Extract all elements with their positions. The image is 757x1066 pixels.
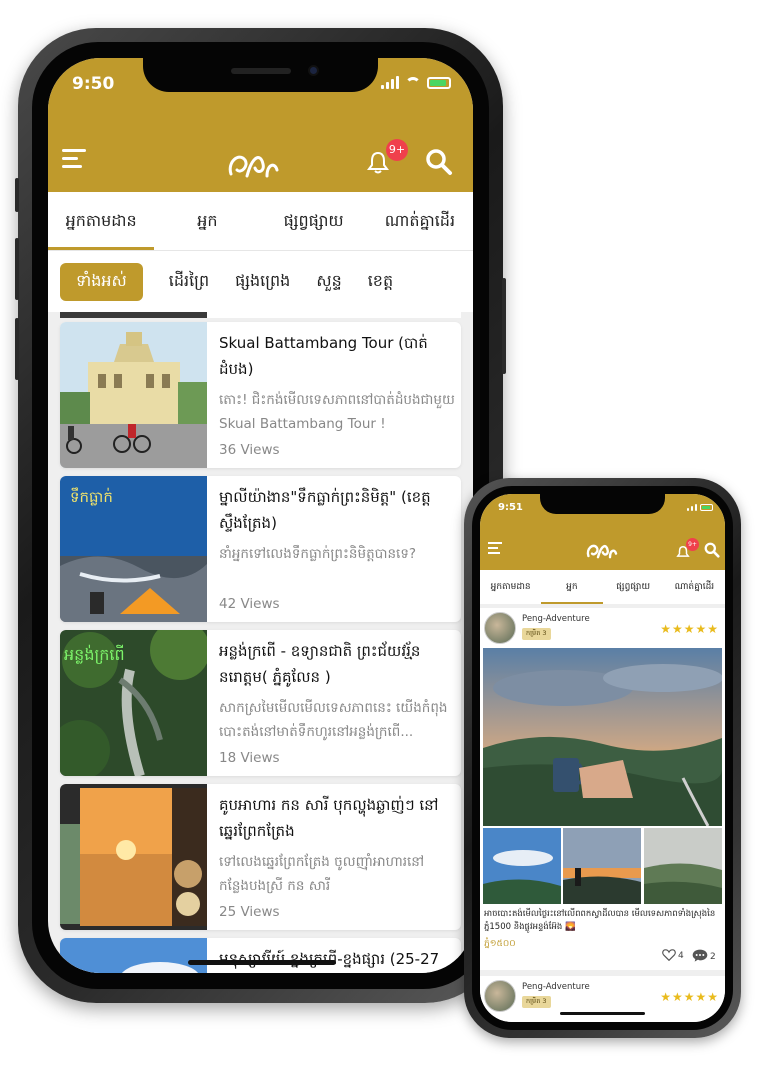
article-title: Skual Battambang Tour (បាត់ដំបង) (219, 334, 428, 378)
main-tabs: អ្នកតាមដាន អ្នក ផ្សព្វផ្សាយ ណាត់គ្នាដើរ (48, 192, 473, 250)
menu-icon[interactable] (62, 149, 86, 173)
post-card[interactable]: Peng-Adventure កម្រិត 3 ★★★★★ (480, 608, 725, 970)
tab-promotion[interactable]: ផ្សព្វផ្សាយ (603, 570, 664, 604)
article-card[interactable]: ទឹកធ្លាក់ ម្នាលីយ៉ាងាន"ទឹកធ្លាក់ព្រះនិមិ… (60, 476, 461, 622)
article-card[interactable]: គូបអាហារ កន សារី បុកល្ហុងឆ្ងាញ់ៗ នៅឆ្នេរ… (60, 784, 461, 930)
app-logo-icon (223, 144, 281, 184)
chip-all[interactable]: ទាំងអស់ (60, 262, 143, 301)
app-header: 9+ (48, 114, 473, 192)
tab-following[interactable]: អ្នកតាមដាន (48, 192, 155, 250)
article-description: សាកស្រមៃមើលមើលទេសភាពនេះ យើងកំពុងបោះតង់នៅ… (219, 700, 448, 740)
battery-icon (700, 503, 713, 511)
avatar[interactable] (484, 980, 516, 1012)
rating-stars-icon: ★★★★★ (660, 990, 719, 1004)
wifi-icon (405, 76, 421, 89)
article-views: 18 Views (219, 750, 280, 766)
article-views: 42 Views (219, 596, 280, 612)
tab-meetup[interactable]: ណាត់គ្នាដើរ (664, 570, 725, 604)
mute-switch (15, 178, 19, 212)
article-description: ទៅលេងឆ្នេរព្រែកត្រែង ចូលញ៉ាំអាហារនៅកន្លែ… (219, 854, 425, 894)
chip-hiking[interactable]: ដើរព្រៃ (169, 270, 209, 294)
post-thumbnail-image[interactable] (563, 828, 641, 904)
article-description: តោះ! ជិះកង់មើលទេសភាពនៅបាត់ដំបងជាមួយ Skua… (219, 392, 455, 432)
signal-icon (687, 503, 697, 511)
svg-text:អន្លង់ក្រពើ: អន្លង់ក្រពើ (64, 644, 125, 664)
post-author[interactable]: Peng-Adventure (522, 614, 590, 624)
article-thumbnail (60, 784, 207, 930)
camera-notch (540, 494, 665, 514)
notification-badge: 9+ (686, 538, 699, 551)
tab-following[interactable]: អ្នកតាមដាន (480, 570, 541, 604)
tab-people[interactable]: អ្នក (541, 570, 603, 604)
speaker (231, 68, 291, 74)
post-thumbnail-image[interactable] (644, 828, 722, 904)
status-icons (381, 76, 451, 89)
app-screen: 9:51 9+ អ្នកតាមដាន អ្នក ផ្សព្វផ្សាយ ណាត់… (480, 494, 725, 1022)
article-views: 25 Views (219, 904, 280, 920)
like-button[interactable]: 4 (662, 948, 684, 964)
volume-up-button (15, 238, 19, 300)
app-screen: 9:50 9+ អ្នកតាមដាន អ្នក ផ្សព្វផ្សាយ ណាត់… (48, 58, 473, 973)
main-tabs: អ្នកតាមដាន អ្នក ផ្សព្វផ្សាយ ណាត់គ្នាដើរ (480, 570, 725, 604)
post-thumbnail-image[interactable] (483, 828, 561, 904)
level-badge: កម្រិត 3 (522, 996, 551, 1008)
article-title: ម្នាលីយ៉ាងាន"ទឹកធ្លាក់ព្រះនិមិត្ត" (ខេត្… (219, 488, 431, 532)
article-thumbnail (60, 322, 207, 468)
comment-icon (692, 948, 708, 965)
front-camera (308, 65, 319, 76)
rating-stars-icon: ★★★★★ (660, 622, 719, 636)
camera-notch (143, 58, 378, 92)
article-title: គូបអាហារ កន សារី បុកល្ហុងឆ្ងាញ់ៗ នៅឆ្នេរ… (219, 796, 439, 840)
volume-down-button (15, 318, 19, 380)
avatar[interactable] (484, 612, 516, 644)
home-indicator[interactable] (188, 960, 336, 965)
phone-large: 9:50 9+ អ្នកតាមដាន អ្នក ផ្សព្វផ្សាយ ណាត់… (15, 28, 506, 1003)
phone-small: 9:51 9+ អ្នកតាមដាន អ្នក ផ្សព្វផ្សាយ ណាត់… (464, 478, 741, 1038)
status-time: 9:50 (72, 74, 115, 94)
menu-icon[interactable] (488, 542, 502, 557)
tab-people[interactable]: អ្នក (154, 192, 260, 250)
article-views: 36 Views (219, 442, 280, 458)
article-thumbnail (60, 938, 207, 973)
article-card[interactable]: អនុស្សាវរីយ៍ ខ្នងក្រពើ-ខ្នងផ្សារ (25-27 … (60, 938, 461, 973)
level-badge: កម្រិត 3 (522, 628, 551, 640)
power-button (502, 278, 506, 374)
post-price: ភ្នំ១៥០០ (484, 939, 516, 949)
article-thumbnail: អន្លង់ក្រពើ (60, 630, 210, 776)
post-main-image[interactable] (483, 648, 723, 827)
chip-adventure[interactable]: ផ្សងព្រេង (235, 270, 290, 294)
search-icon[interactable] (425, 148, 453, 180)
svg-text:ទឹកធ្លាក់: ទឹកធ្លាក់ (70, 487, 113, 506)
comment-count: 2 (710, 951, 716, 962)
app-header: 9+ (480, 524, 725, 570)
article-thumbnail: ទឹកធ្លាក់ (60, 476, 207, 622)
status-time: 9:51 (498, 502, 523, 513)
notification-badge: 9+ (386, 139, 408, 161)
battery-icon (427, 76, 451, 89)
previous-card-edge (60, 312, 461, 318)
tab-meetup[interactable]: ណាត់គ្នាដើរ (367, 192, 473, 250)
tab-promotion[interactable]: ផ្សព្វផ្សាយ (261, 192, 367, 250)
article-title: អន្លង់ក្រពើ - ឧទ្យានជាតិ ព្រះជ័យវរ្ម័ននរ… (219, 642, 421, 686)
chip-province[interactable]: ខេត្ត (368, 270, 393, 294)
article-card[interactable]: Skual Battambang Tour (បាត់ដំបង) តោះ! ជិ… (60, 322, 461, 468)
post-caption: អាចបោះតង់មើលថ្ងៃរះនៅលើពពកស្វាដីលបាន មើលទ… (484, 909, 716, 932)
app-logo-icon (582, 538, 620, 567)
status-icons (687, 503, 713, 511)
article-description: នាំអ្នកទៅលេងទឹកធ្លាក់ព្រះនិមិត្តបានទេ? (219, 546, 417, 562)
search-icon[interactable] (704, 542, 720, 562)
comment-button[interactable]: 2 (692, 948, 716, 965)
category-chips: ទាំងអស់ ដើរព្រៃ ផ្សងព្រេង សួន្ទ ខេត្ត (48, 250, 473, 312)
home-indicator[interactable] (560, 1012, 645, 1015)
signal-icon (381, 76, 399, 89)
article-card[interactable]: អន្លង់ក្រពើ អន្លង់ក្រពើ - ឧទ្យានជាតិ ព្រ… (60, 630, 461, 776)
heart-icon (662, 948, 676, 964)
chip-garden[interactable]: សួន្ទ (316, 270, 341, 294)
like-count: 4 (678, 951, 684, 961)
post-author[interactable]: Peng-Adventure (522, 982, 590, 992)
post-card[interactable]: Peng-Adventure កម្រិត 3 ★★★★★ (480, 976, 725, 1022)
